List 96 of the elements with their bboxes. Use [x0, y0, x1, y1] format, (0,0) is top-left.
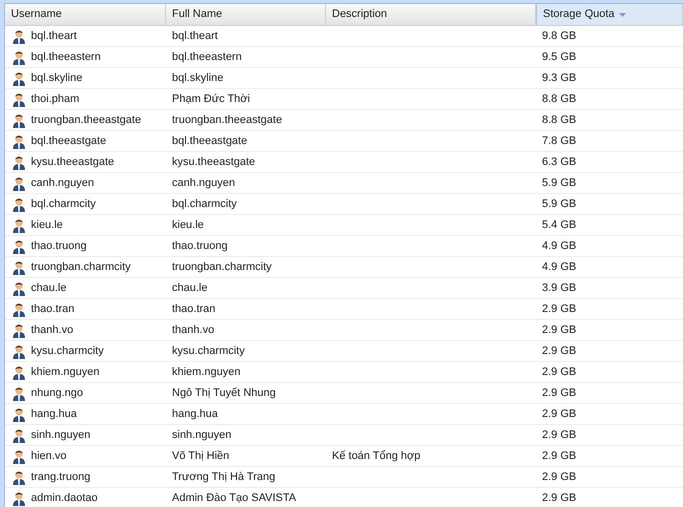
user-icon [11, 343, 27, 359]
user-icon [11, 133, 27, 149]
table-cell-text: 2.9 GB [542, 406, 576, 422]
table-cell-text: truongban.charmcity [172, 260, 272, 275]
table-cell-text: thanh.vo [172, 322, 214, 338]
user-icon [11, 217, 27, 233]
table-cell-text: 9.5 GB [542, 50, 576, 65]
table-cell-text: 2.9 GB [542, 344, 576, 359]
table-cell-text: kieu.le [31, 218, 63, 233]
table-cell-text: chau.le [31, 280, 66, 296]
column-header[interactable]: Storage Quota [536, 4, 683, 25]
user-icon [11, 196, 27, 212]
table-cell-text: sinh.nguyen [172, 428, 232, 443]
table-cell-text: kysu.charmcity [172, 344, 245, 359]
table-cell-text: 9.3 GB [542, 70, 576, 86]
table-cell-text: 2.9 GB [542, 386, 576, 401]
table-cell-text: truongban.theeastgate [31, 112, 142, 128]
table-cell-text: 2.9 GB [542, 428, 576, 443]
user-icon [11, 322, 27, 338]
table-cell-text: bql.theeastgate [31, 134, 106, 149]
table-cell-text: Kế toán Tổng hợp [332, 448, 420, 464]
user-icon [11, 364, 27, 380]
table-cell-text: 4.9 GB [542, 238, 576, 254]
user-icon [11, 91, 27, 107]
table-cell-text: Phạm Đức Thời [172, 92, 250, 107]
user-icon [11, 301, 27, 317]
user-icon [11, 406, 27, 422]
table-cell-text: trang.truong [31, 470, 90, 485]
table-cell-text: hang.hua [172, 406, 218, 422]
table-cell-text: bql.skyline [172, 70, 224, 86]
table-cell-text: hang.hua [31, 406, 77, 422]
user-icon [11, 385, 27, 401]
user-icon [11, 175, 27, 191]
table-cell-text: kysu.charmcity [31, 344, 104, 359]
table-cell-text: thao.truong [31, 238, 87, 254]
table-cell-text: 3.9 GB [542, 280, 576, 296]
user-icon [11, 427, 27, 443]
user-icon [11, 238, 27, 254]
user-icon [11, 448, 27, 464]
table-cell-text: nhung.ngo [31, 386, 83, 401]
table-cell-text: 2.9 GB [542, 470, 576, 485]
table-cell-text: thao.truong [172, 238, 228, 254]
table-cell-text: canh.nguyen [31, 176, 94, 191]
table-cell-text: 2.9 GB [542, 322, 576, 338]
table-cell-text: sinh.nguyen [31, 428, 90, 443]
table-cell-text: hien.vo [31, 448, 66, 464]
table-cell-text: thoi.pham [31, 92, 80, 107]
table-cell-text: khiem.nguyen [31, 364, 100, 380]
user-icon [11, 154, 27, 170]
user-icon [11, 280, 27, 296]
table-cell-text: 7.8 GB [542, 134, 576, 149]
table-cell-text: Admin Đào Tạo SAVISTA [172, 490, 296, 506]
table-cell-text: 2.9 GB [542, 302, 576, 317]
table-cell-text: chau.le [172, 280, 208, 296]
table-cell-text: bql.theart [172, 28, 218, 44]
user-icon [11, 259, 27, 275]
column-header[interactable]: Username [5, 4, 166, 25]
table-cell-text: canh.nguyen [172, 176, 235, 191]
table-cell-text: 9.8 GB [542, 28, 576, 44]
sort-descending-icon [618, 12, 626, 16]
table-cell-text: thanh.vo [31, 322, 74, 338]
table-cell-text: 6.3 GB [542, 154, 576, 170]
table-cell-text: kysu.theeastgate [172, 154, 256, 170]
table-cell-text: 2.9 GB [542, 364, 576, 380]
table-cell-text: 8.8 GB [542, 112, 576, 128]
table-cell-text: 5.4 GB [542, 218, 576, 233]
table-cell-text: Trương Thị Hà Trang [172, 470, 276, 485]
table-cell-text: bql.charmcity [172, 196, 237, 212]
table-cell-text: truongban.theeastgate [172, 112, 282, 128]
table-cell-text: bql.charmcity [31, 196, 96, 212]
table-cell-text: Ngô Thị Tuyết Nhung [172, 386, 276, 401]
user-icon [11, 469, 27, 485]
table-cell-text: 4.9 GB [542, 260, 576, 275]
table-cell-text: 2.9 GB [542, 448, 576, 464]
table-cell-text: bql.theeastern [31, 50, 101, 65]
table-cell-text: 8.8 GB [542, 92, 576, 107]
user-icon [11, 70, 27, 86]
table-cell-text: 2.9 GB [542, 490, 576, 506]
table-cell-text: thao.tran [31, 302, 74, 317]
table-cell-text: thao.tran [172, 302, 216, 317]
column-header[interactable]: Full Name [166, 4, 326, 25]
table-cell-text: bql.theart [31, 28, 77, 44]
table-cell-text: admin.daotao [31, 490, 98, 506]
table-cell-text: bql.theeastern [172, 50, 242, 65]
user-icon [11, 112, 27, 128]
table-cell-text: bql.theeastgate [172, 134, 248, 149]
table-cell-text: truongban.charmcity [31, 260, 131, 275]
table-cell-text: bql.skyline [31, 70, 82, 86]
table-cell-text: khiem.nguyen [172, 364, 240, 380]
table-cell-text: Võ Thị Hiền [172, 448, 230, 464]
user-icon [11, 28, 27, 44]
table-cell-text: kysu.theeastgate [31, 154, 114, 170]
user-icon [11, 49, 27, 65]
table-cell-text: 5.9 GB [542, 176, 576, 191]
table-cell-text: kieu.le [172, 218, 204, 233]
table-cell-text: 5.9 GB [542, 196, 576, 212]
